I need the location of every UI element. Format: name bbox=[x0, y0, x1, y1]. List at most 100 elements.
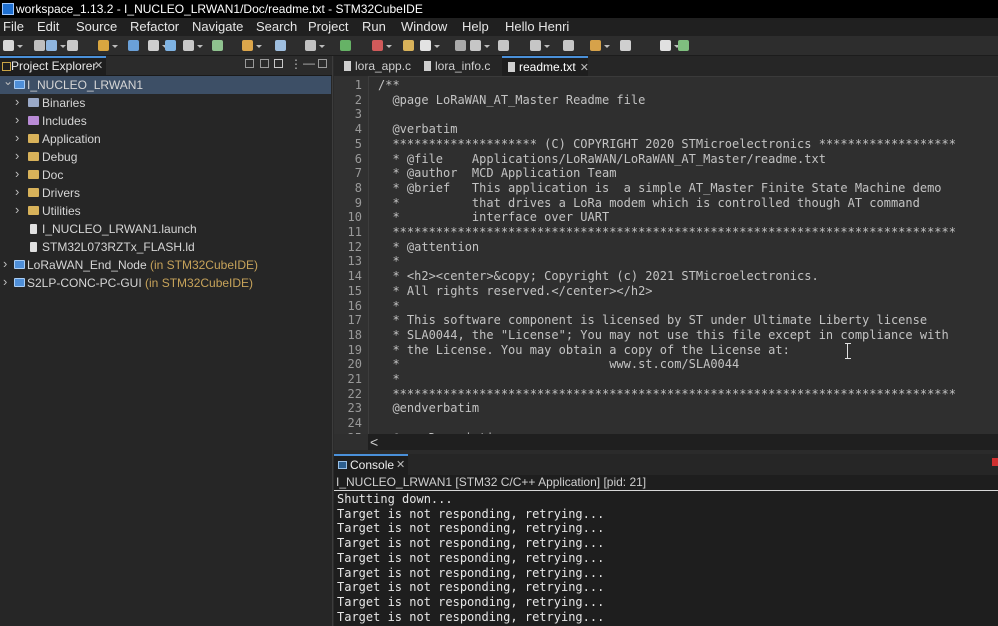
menu-refactor[interactable]: Refactor bbox=[130, 18, 179, 36]
toolbar-button-icon[interactable] bbox=[563, 40, 574, 51]
code-line[interactable]: * <h2><center>&copy; Copyright (c) 2021 … bbox=[378, 269, 818, 284]
toolbar-button-icon[interactable] bbox=[148, 40, 159, 51]
code-line[interactable]: * that drives a LoRa modem which is cont… bbox=[378, 196, 919, 211]
toolbar-button-icon[interactable] bbox=[620, 40, 631, 51]
toolbar-button-icon[interactable] bbox=[590, 40, 601, 51]
close-icon[interactable]: ✕ bbox=[94, 59, 103, 72]
terminate-icon[interactable] bbox=[992, 458, 998, 466]
toolbar-button-icon[interactable] bbox=[340, 40, 351, 51]
chevron-down-icon[interactable] bbox=[434, 45, 440, 48]
menu-run[interactable]: Run bbox=[362, 18, 386, 36]
tab-readme-txt[interactable]: readme.txt ✕ bbox=[502, 56, 589, 76]
chevron-right-icon[interactable]: › bbox=[15, 111, 19, 129]
chevron-right-icon[interactable]: › bbox=[3, 273, 7, 291]
toolbar-button-icon[interactable] bbox=[275, 40, 286, 51]
tree-item[interactable]: I_NUCLEO_LRWAN1.launch bbox=[0, 220, 331, 238]
tree-item[interactable]: STM32L073RZTx_FLASH.ld bbox=[0, 238, 331, 256]
menu-window[interactable]: Window bbox=[401, 18, 447, 36]
chevron-down-icon[interactable] bbox=[544, 45, 550, 48]
code-line[interactable]: @verbatim bbox=[378, 122, 457, 137]
toolbar-button-icon[interactable] bbox=[420, 40, 431, 51]
toolbar-button-icon[interactable] bbox=[128, 40, 139, 51]
toolbar-button-icon[interactable] bbox=[3, 40, 14, 51]
tree-item[interactable]: › Utilities bbox=[0, 202, 331, 220]
code-line[interactable]: * This software component is licensed by… bbox=[378, 313, 927, 328]
code-line[interactable]: * @author MCD Application Team bbox=[378, 166, 616, 181]
code-line[interactable]: * @attention bbox=[378, 240, 479, 255]
code-line[interactable]: * @brief This application is a simple AT… bbox=[378, 181, 941, 196]
toolbar-button-icon[interactable] bbox=[455, 40, 466, 51]
toolbar-button-icon[interactable] bbox=[165, 40, 176, 51]
toolbar-button-icon[interactable] bbox=[212, 40, 223, 51]
menu-file[interactable]: File bbox=[3, 18, 24, 36]
code-line[interactable]: * @file Applications/LoRaWAN/LoRaWAN_AT_… bbox=[378, 152, 826, 167]
menu-source[interactable]: Source bbox=[76, 18, 117, 36]
code-line[interactable]: * interface over UART bbox=[378, 210, 609, 225]
chevron-down-icon[interactable] bbox=[17, 45, 23, 48]
toolbar-button-icon[interactable] bbox=[46, 40, 57, 51]
link-with-editor-icon[interactable] bbox=[260, 59, 269, 68]
filter-icon[interactable] bbox=[274, 59, 283, 68]
toolbar-button-icon[interactable] bbox=[470, 40, 481, 51]
chevron-right-icon[interactable]: › bbox=[15, 201, 19, 219]
tree-item[interactable]: › Includes bbox=[0, 112, 331, 130]
tree-item[interactable]: › Application bbox=[0, 130, 331, 148]
tree-item[interactable]: › LoRaWAN_End_Node (in STM32CubeIDE) bbox=[0, 256, 331, 274]
toolbar-button-icon[interactable] bbox=[67, 40, 78, 51]
menu-edit[interactable]: Edit bbox=[37, 18, 59, 36]
chevron-right-icon[interactable]: › bbox=[15, 147, 19, 165]
chevron-down-icon[interactable] bbox=[319, 45, 325, 48]
code-line[interactable]: ****************************************… bbox=[378, 387, 956, 402]
tab-lora-info-c[interactable]: lora_info.c bbox=[420, 56, 502, 76]
toolbar-button-icon[interactable] bbox=[403, 40, 414, 51]
toolbar-button-icon[interactable] bbox=[98, 40, 109, 51]
code-line[interactable]: * bbox=[378, 254, 399, 269]
code-line[interactable]: * the License. You may obtain a copy of … bbox=[378, 343, 789, 358]
tab-project-explorer[interactable]: Project Explorer ✕ bbox=[0, 56, 106, 75]
toolbar-button-icon[interactable] bbox=[305, 40, 316, 51]
code-line[interactable]: * bbox=[378, 299, 399, 314]
chevron-right-icon[interactable]: › bbox=[15, 129, 19, 147]
close-icon[interactable]: ✕ bbox=[396, 458, 405, 471]
toolbar-button-icon[interactable] bbox=[660, 40, 671, 51]
chevron-down-icon[interactable] bbox=[112, 45, 118, 48]
menu-project[interactable]: Project bbox=[308, 18, 348, 36]
tree-item[interactable]: › Binaries bbox=[0, 94, 331, 112]
chevron-down-icon[interactable] bbox=[386, 45, 392, 48]
code-line[interactable]: @page LoRaWAN_AT_Master Readme file bbox=[378, 93, 645, 108]
chevron-right-icon[interactable]: › bbox=[15, 183, 19, 201]
menu-help[interactable]: Help bbox=[462, 18, 489, 36]
toolbar-button-icon[interactable] bbox=[183, 40, 194, 51]
toolbar-button-icon[interactable] bbox=[34, 40, 45, 51]
tree-item[interactable]: › S2LP-CONC-PC-GUI (in STM32CubeIDE) bbox=[0, 274, 331, 292]
chevron-down-icon[interactable] bbox=[60, 45, 66, 48]
view-menu-icon[interactable]: ⋮ bbox=[290, 57, 302, 71]
close-icon[interactable]: ✕ bbox=[580, 62, 589, 74]
horizontal-scrollbar[interactable]: < bbox=[368, 434, 998, 450]
code-line[interactable]: * bbox=[378, 372, 399, 387]
code-line[interactable]: * SLA0044, the "License"; You may not us… bbox=[378, 328, 948, 343]
scroll-left-icon[interactable]: < bbox=[370, 434, 378, 450]
chevron-right-icon[interactable]: › bbox=[15, 93, 19, 111]
menu-navigate[interactable]: Navigate bbox=[192, 18, 243, 36]
code-line[interactable]: * www.st.com/SLA0044 bbox=[378, 357, 739, 372]
toolbar-button-icon[interactable] bbox=[498, 40, 509, 51]
tree-item[interactable]: ⌄ I_NUCLEO_LRWAN1 bbox=[0, 74, 331, 94]
chevron-down-icon[interactable] bbox=[484, 45, 490, 48]
code-line[interactable]: /** bbox=[378, 78, 400, 93]
tree-item[interactable]: › Drivers bbox=[0, 184, 331, 202]
code-line[interactable]: ****************************************… bbox=[378, 225, 956, 240]
tab-console[interactable]: Console ✕ bbox=[334, 454, 408, 475]
code-line[interactable]: @endverbatim bbox=[378, 401, 479, 416]
minimize-icon[interactable]: — bbox=[303, 56, 315, 70]
tab-lora-app-c[interactable]: lora_app.c bbox=[340, 56, 422, 76]
chevron-down-icon[interactable] bbox=[604, 45, 610, 48]
code-line[interactable]: * All rights reserved.</center></h2> bbox=[378, 284, 652, 299]
tree-item[interactable]: › Debug bbox=[0, 148, 331, 166]
chevron-down-icon[interactable]: ⌄ bbox=[3, 72, 13, 90]
code-text-area[interactable]: /** @page LoRaWAN_AT_Master Readme file … bbox=[374, 76, 998, 434]
menu-hello-henri[interactable]: Hello Henri bbox=[505, 18, 569, 36]
toolbar-button-icon[interactable] bbox=[242, 40, 253, 51]
code-line[interactable]: ******************** (C) COPYRIGHT 2020 … bbox=[378, 137, 956, 152]
chevron-down-icon[interactable] bbox=[197, 45, 203, 48]
